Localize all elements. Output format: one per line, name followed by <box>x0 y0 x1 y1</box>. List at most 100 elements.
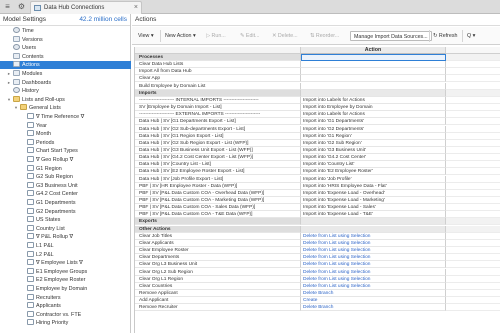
action-cell[interactable] <box>301 68 446 76</box>
action-cell[interactable]: Delete from List using Selection <box>301 232 446 240</box>
chevron-down-icon[interactable]: ▾ <box>6 96 12 104</box>
sidebar-item[interactable]: Hiring Priority <box>27 319 68 327</box>
tab-data-hub-connections[interactable]: Data Hub Connections × <box>30 1 142 14</box>
action-cell[interactable]: Create <box>301 297 446 305</box>
table-row[interactable]: PBF | SV [P&L Data Custom COA - Sales Da… <box>135 204 500 212</box>
action-cell[interactable] <box>301 54 446 61</box>
sidebar-item[interactable]: History <box>13 87 39 95</box>
sidebar-item[interactable]: Contractor vs. FTE <box>27 310 81 319</box>
section-row[interactable]: Processes <box>135 54 500 61</box>
table-row[interactable]: Data Hub | SV [G2 Sub Region Export - Li… <box>135 139 500 147</box>
sidebar-item[interactable]: Actions <box>0 61 131 70</box>
sidebar-item[interactable]: G4.2 Cost Center <box>27 190 78 198</box>
sidebar-item[interactable]: L1 P&L <box>27 242 54 250</box>
sidebar-item[interactable]: Applicants <box>27 302 61 310</box>
search-dropdown[interactable]: Q ▾ <box>467 31 475 41</box>
table-row[interactable]: Clear Org L1 Region Delete from List usin… <box>135 275 500 283</box>
action-cell[interactable]: Import into 'G2 Departments' <box>301 125 446 133</box>
manage-import-data-sources-button[interactable]: Manage Import Data Sources... <box>350 31 432 41</box>
chevron-down-icon[interactable]: ▾ <box>13 104 19 112</box>
section-row[interactable]: Imports <box>135 89 500 97</box>
table-row[interactable]: ---------------------- INTERNAL IMPORTS … <box>135 96 500 104</box>
view-dropdown[interactable]: View ▾ <box>138 31 154 41</box>
gear-icon[interactable]: ⚙ <box>17 2 26 11</box>
chevron-right-icon[interactable]: ▸ <box>6 79 12 87</box>
sidebar-item[interactable]: E1 Employee Groups <box>27 267 87 276</box>
table-row[interactable]: Data Hub | SV [G3 Business Unit Export -… <box>135 146 500 154</box>
table-row[interactable]: Data Hub | SV [G4.2 Cost Center Export -… <box>135 154 500 162</box>
sidebar-item[interactable]: ▾ General Lists <box>15 104 61 112</box>
table-row[interactable]: SV [Employee by Domain Import - List] Imp… <box>135 104 500 112</box>
chevron-right-icon[interactable]: ▸ <box>6 70 12 78</box>
action-cell[interactable]: Delete Branch <box>301 304 446 312</box>
sidebar-item[interactable]: Contents <box>13 52 44 61</box>
sidebar-item[interactable]: G2 Departments <box>27 207 76 216</box>
table-row[interactable]: Data Hub | SV [G1 Region Export - List] I… <box>135 132 500 140</box>
section-row[interactable]: Other Actions <box>135 225 500 233</box>
sidebar-item[interactable]: Month <box>27 130 51 138</box>
action-cell[interactable]: Delete from List using Selection <box>301 275 446 283</box>
edit-button[interactable]: ✎ Edit... <box>240 31 259 41</box>
table-row[interactable]: Add Applicant Create <box>135 297 500 305</box>
action-cell[interactable]: Import into 'Expense Load - Overhead' <box>301 189 446 197</box>
sidebar-item[interactable]: L2 P&L <box>27 250 54 259</box>
sidebar-item[interactable]: ▸ Dashboards <box>8 78 51 87</box>
action-cell[interactable]: Import into 'HRIS Employee Data - Flat' <box>301 182 446 190</box>
table-row[interactable]: Clear Job Titles Delete from List using S… <box>135 232 500 240</box>
action-cell[interactable]: Import into 'Job Profile' <box>301 175 446 183</box>
action-cell[interactable]: Delete from List using Selection <box>301 268 446 276</box>
table-row[interactable]: Clear App <box>135 75 500 83</box>
table-row[interactable]: Data Hub | SV [Country List - List] Impor… <box>135 161 500 169</box>
table-row[interactable]: PBF | SV [P&L Data Custom COA - Overhead… <box>135 189 500 197</box>
sidebar-item[interactable]: ∇ Time Reference ∇ <box>27 113 84 121</box>
sidebar-item[interactable]: ∇ Employee Lists ∇ <box>27 259 83 267</box>
action-cell[interactable]: Delete from List using Selection <box>301 247 446 255</box>
new-action-dropdown[interactable]: New Action ▾ <box>165 31 196 41</box>
action-cell[interactable]: Import into 'G2 Sub Region' <box>301 139 446 147</box>
table-row[interactable]: Data Hub | SV [E2 Employee Roster Export… <box>135 168 500 176</box>
action-cell[interactable]: Import into 'G1 Departments' <box>301 118 446 126</box>
action-cell[interactable]: Import into 'G3 Business Unit' <box>301 146 446 154</box>
action-cell[interactable]: Import into Labels for Actions <box>301 96 446 104</box>
sidebar-item[interactable]: G1 Region <box>27 164 62 173</box>
action-cell[interactable]: Delete from List using Selection <box>301 239 446 247</box>
run-button[interactable]: ▷ Run... <box>206 31 226 41</box>
action-cell[interactable]: Import into 'Expense Load - T&E' <box>301 211 446 219</box>
delete-button[interactable]: ✕ Delete... <box>272 31 298 41</box>
table-row[interactable]: Clear Departments Delete from List using … <box>135 254 500 262</box>
sidebar-item[interactable]: Time <box>13 27 34 35</box>
table-row[interactable]: Data Hub | SV [Job Profile Export - List… <box>135 175 500 183</box>
action-cell[interactable]: Delete from List using Selection <box>301 254 446 262</box>
action-cell[interactable] <box>301 75 446 83</box>
table-row[interactable]: Clear Employee Roster Delete from List us… <box>135 247 500 255</box>
sidebar-item[interactable]: US States <box>27 216 60 224</box>
sidebar-item[interactable]: Periods <box>27 138 54 147</box>
sidebar-item[interactable]: ∇ P&L Rollup ∇ <box>27 233 73 241</box>
table-row[interactable]: Import All from Data Hub <box>135 68 500 76</box>
table-row[interactable]: ---------------------- EXTERNAL IMPORTS … <box>135 111 500 119</box>
close-icon[interactable]: × <box>134 2 138 14</box>
sidebar-item[interactable]: G2 Sub Region <box>27 173 73 181</box>
action-cell[interactable]: Import into 'G1 Region' <box>301 132 446 140</box>
table-row[interactable]: Remove Applicant Delete Branch <box>135 289 500 297</box>
refresh-button[interactable]: ↻ Refresh <box>433 31 457 41</box>
reorder-button[interactable]: ⇅ Reorder... <box>310 31 339 41</box>
sidebar-item[interactable]: Country List <box>27 224 65 233</box>
action-cell[interactable] <box>301 61 446 69</box>
action-cell[interactable]: Import into 'Country List' <box>301 161 446 169</box>
sidebar-item[interactable]: Chart Start Types <box>27 147 78 155</box>
table-row[interactable]: Clear Org L3 Business Unit Delete from Li… <box>135 261 500 269</box>
action-cell[interactable]: Import into Labels for Actions <box>301 111 446 119</box>
action-cell[interactable]: Import into 'Expense Load - Sales' <box>301 204 446 212</box>
action-cell[interactable]: Import into 'Expense Load - Marketing' <box>301 197 446 204</box>
table-row[interactable]: Remove Recruiter Delete Branch <box>135 304 500 312</box>
action-cell[interactable] <box>301 89 446 97</box>
table-row[interactable]: Clear Data Hub Lists <box>135 61 500 69</box>
sidebar-item[interactable]: ▾ Lists and Roll-ups <box>8 95 65 104</box>
sidebar-item[interactable]: Versions <box>13 35 43 44</box>
action-cell[interactable]: Delete from List using Selection <box>301 282 446 290</box>
table-row[interactable]: PBF | SV [HR Employee Roster - Data (WFP… <box>135 182 500 190</box>
action-cell[interactable]: Import into 'G4.2 Cost Center' <box>301 154 446 162</box>
section-row[interactable]: Exports <box>135 218 500 226</box>
action-cell[interactable] <box>301 218 446 226</box>
